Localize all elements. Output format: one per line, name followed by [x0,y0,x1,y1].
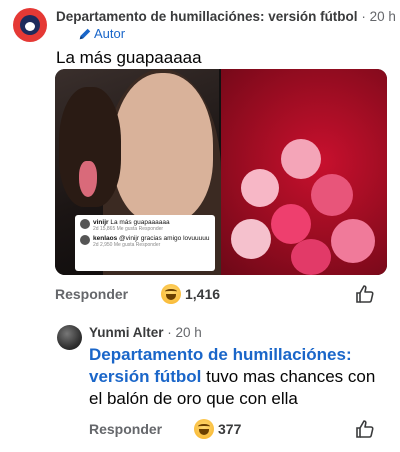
reaction-summary[interactable]: 377 [194,419,241,439]
reaction-count: 1,416 [185,286,221,302]
reply-actions: Responder 377 [0,419,400,441]
like-icon[interactable] [355,419,375,439]
reaction-count: 377 [218,421,242,437]
reply-button[interactable]: Responder [55,286,128,302]
author-badge: Autor [78,26,125,41]
reply-text: Departamento de humillaciónes: versión f… [89,344,389,410]
reaction-summary[interactable]: 1,416 [161,284,220,304]
author-badge-label: Autor [94,26,126,41]
reply-avatar[interactable] [57,325,82,350]
avatar[interactable] [13,8,47,42]
overlay-text-1: La más guapaaaaaa [110,219,170,226]
roses-photo [221,69,387,275]
overlay-text-2: @vinijr gracias amigo lovuuuuu [119,235,210,242]
overlay-meta-1: 2d 15,865 Me gusta Responder [93,226,164,232]
overlay-user-2: kenlaos [93,235,118,242]
timestamp[interactable]: 20 h [370,9,396,24]
reply-timestamp[interactable]: 20 h [176,325,202,340]
overlay-meta-2: 2d 2,950 Me gusta Responder [93,242,161,248]
haha-icon [194,419,214,439]
reply-author-name[interactable]: Yunmi Alter [89,325,164,340]
selfie-photo: vinijr La más guapaaaaaa 2d 15,865 Me gu… [55,69,221,275]
comment-text: La más guapaaaaa [56,48,202,67]
overlay-user-1: vinijr [93,219,109,226]
reply-header: Yunmi Alter · 20 h [89,325,202,340]
separator: · [163,325,176,340]
comment-actions: Responder 1,416 [0,284,400,306]
comment-header: Departamento de humillaciónes: versión f… [56,9,396,24]
comment-image[interactable]: vinijr La más guapaaaaaa 2d 15,865 Me gu… [55,69,387,275]
pencil-icon [79,28,91,39]
like-icon[interactable] [355,284,375,304]
reply-button[interactable]: Responder [89,421,162,437]
author-name[interactable]: Departamento de humillaciónes: versión f… [56,9,358,24]
instagram-comments-overlay: vinijr La más guapaaaaaa 2d 15,865 Me gu… [75,215,215,271]
haha-icon [161,284,181,304]
separator: · [357,9,370,24]
